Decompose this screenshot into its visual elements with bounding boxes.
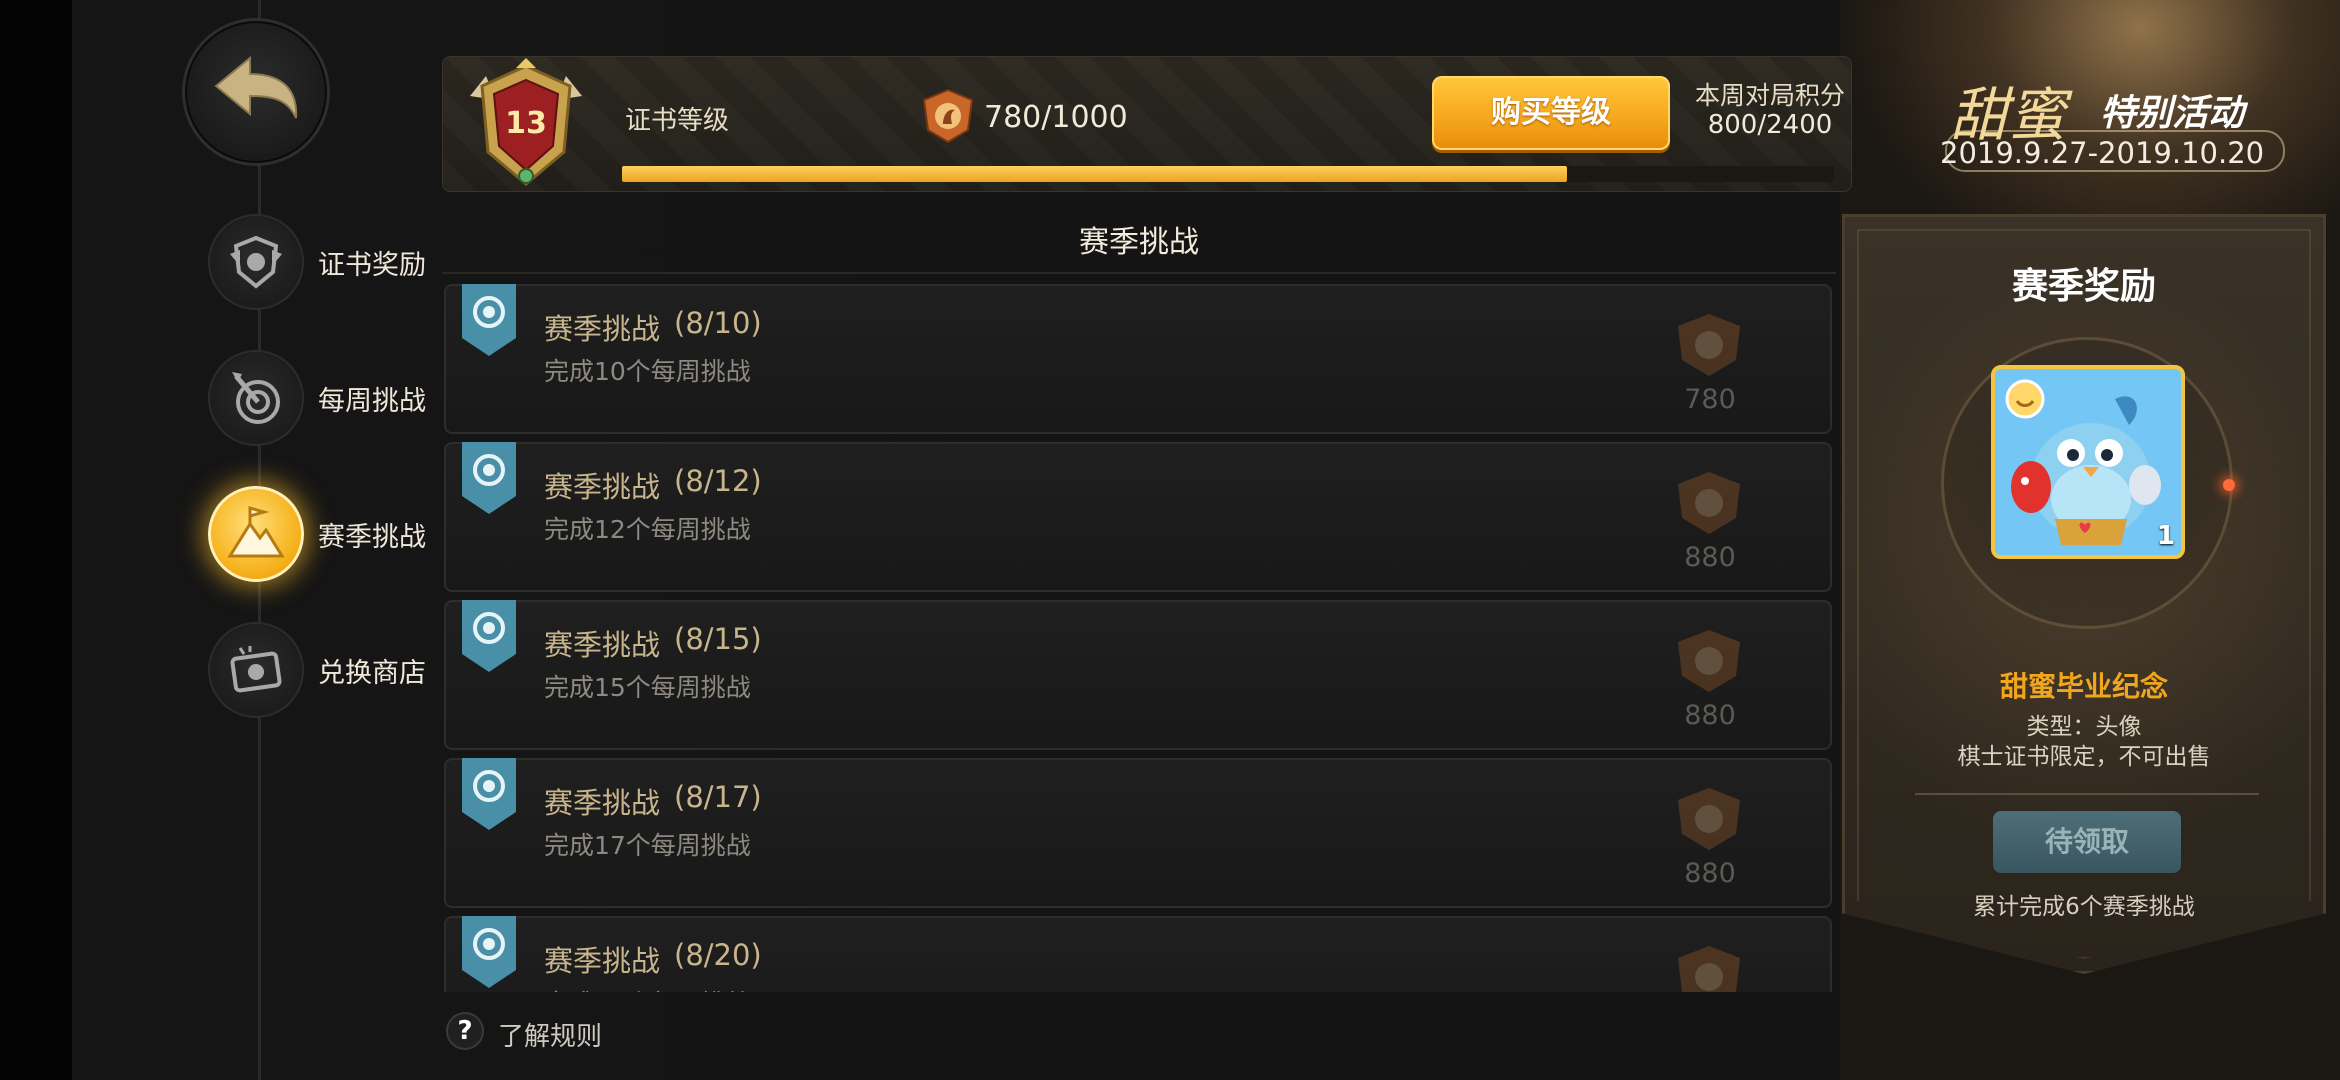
reward-divider (1915, 793, 2259, 795)
event-subtitle: 特别活动 (2100, 93, 2245, 134)
back-button[interactable] (182, 18, 330, 166)
buy-level-button[interactable]: 购买等级 (1432, 76, 1670, 150)
section-title: 赛季挑战 (1079, 225, 1199, 260)
challenge-title: 赛季挑战 (544, 786, 661, 820)
challenge-progress: (8/12) (674, 464, 762, 498)
challenge-reward-value: 880 (1684, 700, 1736, 731)
challenge-list[interactable]: 赛季挑战 (8/10) 完成10个每周挑战 780 赛季挑战 (8/12) 完成… (440, 280, 1840, 992)
nav-label: 证书奖励 (318, 249, 426, 281)
nav-item-cert-rewards[interactable]: 证书奖励 (208, 214, 426, 310)
challenge-item[interactable]: 赛季挑战 (8/20) 完成20个每周挑战 (444, 916, 1832, 992)
challenge-description: 完成17个每周挑战 (544, 831, 751, 860)
xp-progress-fill (622, 166, 1568, 182)
challenge-progress: (8/17) (674, 780, 762, 814)
nav-item-exchange-shop[interactable]: 兑换商店 (208, 622, 426, 718)
challenge-ribbon-icon (462, 916, 516, 988)
xp-reward-icon (1678, 314, 1740, 376)
challenge-reward-value: 880 (1684, 542, 1736, 573)
xp-reward-icon (1678, 472, 1740, 534)
challenge-reward-value: 780 (1684, 384, 1736, 415)
reward-quantity: 1 (2156, 521, 2175, 551)
xp-reward-icon (1678, 788, 1740, 850)
xp-icon (918, 86, 978, 146)
challenge-reward-value: 880 (1684, 858, 1736, 889)
xp-progress-bar (622, 166, 1834, 182)
challenge-description: 完成10个每周挑战 (544, 357, 751, 386)
challenge-progress: (8/10) (674, 306, 762, 340)
challenge-item[interactable]: 赛季挑战 (8/10) 完成10个每周挑战 780 (444, 284, 1832, 434)
cert-level-label: 证书等级 (625, 106, 730, 136)
weekly-score-value: 800/2400 (1707, 110, 1833, 140)
spark-decoration (2223, 479, 2235, 491)
help-icon[interactable]: ? (446, 1012, 484, 1050)
game-screen: 13 证书等级 780/1000 购买等级 本周对局积分 800/2400 甜蜜… (0, 0, 2340, 1080)
ticket-icon (208, 622, 304, 718)
nav-label: 赛季挑战 (318, 521, 426, 553)
nav-item-season-challenge[interactable]: 赛季挑战 (208, 486, 426, 582)
nav-item-weekly-challenge[interactable]: 每周挑战 (208, 350, 426, 446)
back-arrow-icon (214, 55, 298, 119)
mountain-flag-icon (208, 486, 304, 582)
xp-value: 780/1000 (984, 100, 1128, 135)
challenge-title: 赛季挑战 (544, 944, 661, 978)
weekly-score-label: 本周对局积分 (1694, 81, 1845, 110)
level-badge: 13 (456, 56, 596, 196)
target-icon (208, 350, 304, 446)
challenge-description: 完成20个每周挑战 (544, 984, 751, 992)
challenge-title: 赛季挑战 (544, 312, 661, 346)
challenge-description: 完成12个每周挑战 (544, 515, 751, 544)
nav-label: 每周挑战 (318, 385, 426, 417)
event-dates: 2019.9.27-2019.10.20 (1940, 136, 2265, 170)
reward-type: 类型：头像 (2026, 714, 2142, 740)
challenge-title: 赛季挑战 (544, 470, 661, 504)
challenge-item[interactable]: 赛季挑战 (8/17) 完成17个每周挑战 880 (444, 758, 1832, 908)
challenge-ribbon-icon (462, 600, 516, 672)
nav-label: 兑换商店 (318, 657, 426, 689)
challenge-progress: (8/15) (674, 622, 762, 656)
reward-title: 赛季奖励 (2011, 266, 2156, 307)
section-divider (442, 272, 1836, 274)
challenge-description: 完成15个每周挑战 (544, 673, 751, 702)
challenge-progress: (8/20) (674, 938, 762, 972)
challenge-title: 赛季挑战 (544, 628, 661, 662)
challenge-item[interactable]: 赛季挑战 (8/12) 完成12个每周挑战 880 (444, 442, 1832, 592)
xp-reward-icon (1678, 630, 1740, 692)
challenge-item[interactable]: 赛季挑战 (8/15) 完成15个每周挑战 880 (444, 600, 1832, 750)
level-number: 13 (505, 106, 547, 141)
challenge-ribbon-icon (462, 758, 516, 830)
rules-link[interactable]: 了解规则 (498, 1016, 602, 1053)
reward-note: 棋士证书限定，不可出售 (1957, 744, 2211, 770)
challenge-ribbon-icon (462, 284, 516, 356)
owl-avatar-icon (1995, 369, 2181, 555)
season-reward-panel: 赛季奖励 1 甜蜜毕业纪念 类型：头像 棋士证书限定，不可出售 待领取 累计完成… (1842, 214, 2326, 974)
reward-avatar-card[interactable]: 1 (1991, 365, 2185, 559)
claim-condition: 累计完成6个赛季挑战 (1973, 894, 2195, 920)
shield-icon (208, 214, 304, 310)
challenge-ribbon-icon (462, 442, 516, 514)
reward-name: 甜蜜毕业纪念 (1999, 670, 2168, 703)
xp-reward-icon (1678, 946, 1740, 992)
claim-button[interactable]: 待领取 (1993, 811, 2181, 873)
